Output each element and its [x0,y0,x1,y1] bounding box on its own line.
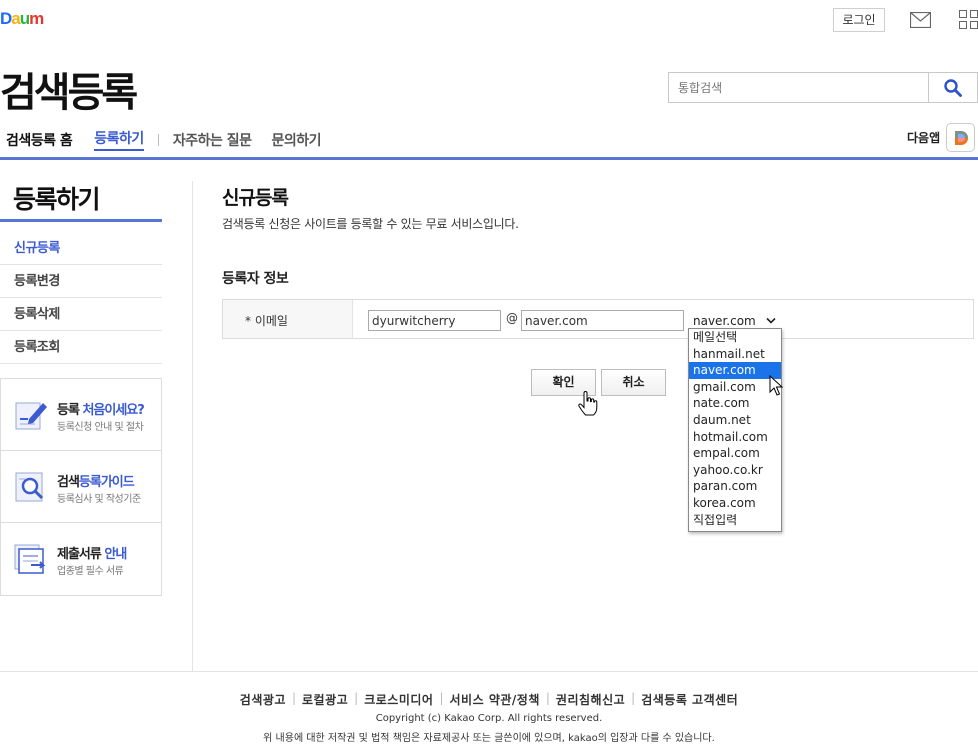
disclaimer: 위 내용에 대한 저작권 및 법적 책임은 자료제공사 또는 글쓴이에 있으며,… [263,733,715,744]
footer-links: 검색광고 | 로컬광고 | 크로스미디어 | 서비스 약관/정책 | 권리침해신… [0,691,978,708]
apps-grid-icon[interactable] [959,10,978,29]
svg-text:Daum: Daum [0,9,44,28]
domain-option[interactable]: gmail.com [689,379,781,396]
nav-register[interactable]: 등록하기 [94,128,144,151]
daum-app-label: 다음앱 [907,131,941,145]
login-button[interactable]: 로그인 [833,8,885,32]
sidebar-item-delete[interactable]: 등록삭제 [0,298,162,331]
email-form-row: * 이메일 @ naver.com [222,299,974,339]
domain-option[interactable]: paran.com [689,478,781,495]
documents-icon [14,544,46,574]
domain-option[interactable]: hanmail.net [689,346,781,363]
header-divider [0,157,978,160]
nav-home[interactable]: 검색등록 홈 [6,130,73,150]
promo-title: 검색등록가이드 [57,475,135,490]
domain-option[interactable]: korea.com [689,495,781,512]
sidebar-promos: 등록 처음이세요? 등록신청 안내 및 절차 검색등록가이드 등록심사 및 작성… [0,378,162,596]
arrow-cursor-icon [769,375,783,396]
site-title[interactable]: 검색등록 [0,60,138,118]
sidebar-item-new[interactable]: 신규등록 [0,232,162,265]
promo-first-time[interactable]: 등록 처음이세요? 등록신청 안내 및 절차 [1,379,161,451]
footer-link-terms[interactable]: 서비스 약관/정책 [450,691,540,708]
nav-faq[interactable]: 자주하는 질문 [173,130,252,150]
edit-document-icon [15,402,47,430]
sidebar-menu: 신규등록 등록변경 등록삭제 등록조회 [0,232,162,364]
sidebar-item-change[interactable]: 등록변경 [0,265,162,298]
main-nav: 검색등록 홈 등록하기 자주하는 질문 문의하기 [6,128,341,151]
cancel-button[interactable]: 취소 [601,369,666,396]
daum-logo[interactable]: Daum [0,8,45,33]
promo-subtitle: 등록심사 및 작성기준 [57,494,141,505]
domain-option[interactable]: empal.com [689,445,781,462]
promo-title: 제출서류 안내 [57,547,127,562]
page-title: 신규등록 [222,187,289,209]
sidebar-title-rule [0,219,162,222]
promo-subtitle: 등록신청 안내 및 절차 [57,422,144,433]
domain-select-value: naver.com [693,314,756,328]
domain-option[interactable]: 직접입력 [689,512,781,529]
promo-documents[interactable]: 제출서류 안내 업종별 필수 서류 [1,523,161,595]
daum-logo-icon: Daum [0,9,45,28]
footer-separator: | [545,691,550,705]
daum-app-link[interactable]: 다음앱 [907,123,976,152]
section-title: 등록자 정보 [222,271,289,287]
footer-link-rights-report[interactable]: 권리침해신고 [556,691,625,708]
footer-link-support[interactable]: 검색등록 고객센터 [641,691,738,708]
footer-separator: | [631,691,636,705]
sidebar-item-lookup[interactable]: 등록조회 [0,331,162,364]
page-description: 검색등록 신청은 사이트를 등록할 수 있는 무료 서비스입니다. [222,217,519,231]
sidebar-divider [192,181,193,671]
domain-option-selected[interactable]: naver.com [689,362,781,379]
email-label: * 이메일 [245,314,288,328]
domain-option[interactable]: hotmail.com [689,429,781,446]
search-box [668,72,978,103]
copyright: Copyright (c) Kakao Corp. All rights res… [375,713,603,724]
search-document-icon [15,472,44,502]
sidebar-title: 등록하기 [13,185,101,214]
footer-separator: | [291,691,296,705]
email-label-cell: * 이메일 [223,300,353,338]
footer-separator: | [439,691,444,705]
domain-option[interactable]: yahoo.co.kr [689,462,781,479]
domain-option[interactable]: nate.com [689,395,781,412]
email-domain-input[interactable] [521,310,684,331]
footer-link-search-ads[interactable]: 검색광고 [240,691,286,708]
search-icon [944,78,962,97]
domain-option[interactable]: daum.net [689,412,781,429]
search-button[interactable] [928,73,977,102]
domain-option[interactable]: 메일선택 [689,329,781,346]
footer-link-cross-media[interactable]: 크로스미디어 [364,691,433,708]
hand-cursor-icon [578,391,598,416]
footer-link-local-ads[interactable]: 로컬광고 [302,691,348,708]
promo-title: 등록 처음이세요? [57,403,145,418]
email-local-input[interactable] [368,310,501,331]
footer-divider [0,671,978,672]
domain-dropdown-list: 메일선택 hanmail.net naver.com gmail.com nat… [688,328,782,532]
daum-app-icon [946,123,976,152]
nav-separator [157,133,159,146]
promo-subtitle: 업종별 필수 서류 [57,566,124,577]
search-input[interactable] [669,73,928,102]
nav-contact[interactable]: 문의하기 [271,130,321,150]
chevron-down-icon [766,317,776,324]
at-sign: @ [506,311,518,325]
mail-icon[interactable] [909,11,932,29]
footer-separator: | [354,691,359,705]
promo-guide[interactable]: 검색등록가이드 등록심사 및 작성기준 [1,451,161,523]
